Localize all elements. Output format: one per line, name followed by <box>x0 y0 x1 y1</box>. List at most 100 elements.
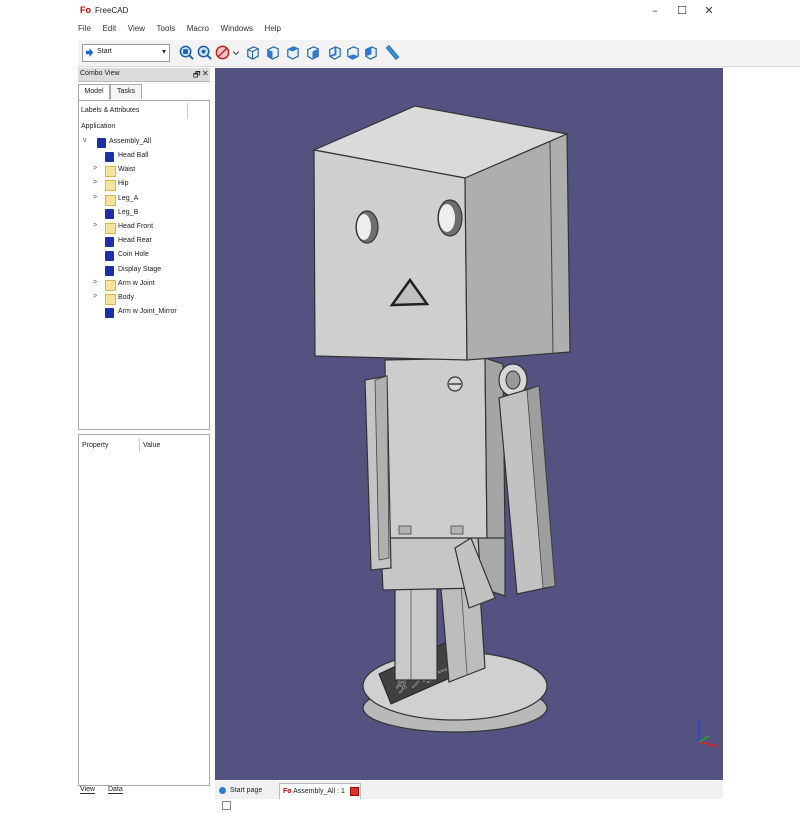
tree-item-label: Assembly_All <box>109 138 152 145</box>
view-rear-icon[interactable] <box>326 44 343 61</box>
menu-windows[interactable]: Windows <box>221 24 253 33</box>
tree-item[interactable]: > Leg_A <box>93 194 205 207</box>
menu-macro[interactable]: Macro <box>187 24 209 33</box>
part-icon <box>105 208 114 219</box>
tree-item[interactable]: Arm w Joint_Mirror <box>93 307 205 320</box>
view-right-icon[interactable] <box>304 44 321 61</box>
menu-help[interactable]: Help <box>265 24 281 33</box>
part-icon <box>105 265 114 276</box>
expand-toggle-icon[interactable]: > <box>93 279 97 286</box>
close-panel-icon[interactable]: ✕ <box>202 69 209 78</box>
minimize-button[interactable]: – <box>645 3 665 19</box>
menu-view[interactable]: View <box>128 24 145 33</box>
3d-viewport[interactable]: ダンボー <box>215 68 723 780</box>
tree-item[interactable]: > Head Front <box>93 222 205 235</box>
tree-item[interactable]: Head Ball <box>93 151 205 164</box>
expand-toggle-icon[interactable]: v <box>83 137 87 144</box>
tree-item[interactable]: > Waist <box>93 165 205 178</box>
tree-item-label: Waist <box>118 166 136 174</box>
tree-item[interactable]: > Arm w Joint <box>93 279 205 292</box>
draw-style-icon[interactable] <box>214 44 231 61</box>
tree-item-label: Hip <box>118 180 129 188</box>
expand-toggle-icon[interactable]: > <box>93 222 97 229</box>
tree-item[interactable]: > Body <box>93 293 205 306</box>
freecad-logo-icon: Fo <box>80 5 91 15</box>
maximize-button[interactable]: ☐ <box>672 3 692 19</box>
expand-toggle-icon[interactable]: > <box>93 194 97 201</box>
tab-label: Start page <box>229 787 263 794</box>
tree-item[interactable]: Head Rear <box>93 236 205 249</box>
freecad-document-icon: Fo <box>283 788 292 795</box>
tree-item-label: Leg_B <box>118 208 139 216</box>
tab-view[interactable]: View <box>80 786 96 794</box>
draw-style-dropdown-icon[interactable] <box>232 44 240 61</box>
folder-icon <box>105 294 116 305</box>
tree-item-label: Head Rear <box>118 237 152 245</box>
tree-item[interactable]: Leg_B <box>93 208 205 221</box>
tree-item-label: Head Front <box>118 223 154 230</box>
part-icon <box>105 237 114 248</box>
leg-b <box>394 585 438 681</box>
combo-view-title: Combo View <box>80 70 120 77</box>
float-panel-icon[interactable]: 🗗 <box>193 69 201 83</box>
close-button[interactable]: ✕ <box>699 3 719 19</box>
close-tab-icon[interactable] <box>222 800 231 810</box>
tab-data[interactable]: Data <box>108 786 123 794</box>
part-icon <box>105 308 114 319</box>
model-tree: Labels & Attributes Application v Assemb… <box>78 100 210 430</box>
part-icon <box>97 138 106 148</box>
body <box>384 357 488 539</box>
tree-item-label: Display Stage <box>118 265 162 273</box>
workbench-label: Start <box>97 48 112 55</box>
tree-item-label: Body <box>118 294 134 301</box>
value-column-header: Value <box>143 442 161 449</box>
robot-model: ダンボー <box>311 105 718 747</box>
fit-selection-icon[interactable] <box>196 44 213 61</box>
tree-item-label: Arm w Joint_Mirror <box>118 308 177 316</box>
tree-item[interactable]: Display Stage <box>93 265 205 278</box>
tree-item-assembly-all[interactable]: v Assembly_All <box>83 137 203 150</box>
folder-icon <box>105 194 116 206</box>
tree-item-label: Coin Hole <box>118 251 149 259</box>
menu-edit[interactable]: Edit <box>102 24 116 33</box>
window-title: FreeCAD <box>95 6 129 15</box>
property-view: Property Value <box>78 434 210 786</box>
document-tabs: Start page Fo Assembly_All : 1 <box>215 781 723 810</box>
tab-assembly-all[interactable]: Fo Assembly_All : 1 <box>279 783 361 799</box>
folder-icon <box>105 279 116 291</box>
combo-view-header: Combo View 🗗 ✕ <box>78 68 210 82</box>
tree-item-label: Head Ball <box>118 152 149 159</box>
view-top-icon[interactable] <box>284 44 301 61</box>
view-bottom-icon[interactable] <box>344 44 361 61</box>
property-column-header: Property <box>82 442 109 449</box>
tree-header: Labels & Attributes <box>81 107 140 114</box>
workbench-selector[interactable]: Start ▾ <box>82 44 170 62</box>
part-icon <box>105 251 114 262</box>
tree-item[interactable]: Coin Hole <box>93 250 205 263</box>
tab-label: Assembly_All : 1 <box>293 788 345 795</box>
axis-cross-icon <box>698 720 718 747</box>
measure-icon[interactable] <box>384 44 401 61</box>
menu-file[interactable]: File <box>78 24 91 33</box>
tree-item[interactable]: > Hip <box>93 179 205 192</box>
folder-icon <box>105 223 116 234</box>
menu-bar: File Edit View Tools Macro Windows Help <box>78 24 290 38</box>
toolbar: Start ▾ <box>78 40 800 67</box>
expand-toggle-icon[interactable]: > <box>93 165 97 172</box>
expand-toggle-icon[interactable]: > <box>93 179 97 186</box>
tab-model[interactable]: Model <box>78 84 110 100</box>
view-axonometric-icon[interactable] <box>244 44 261 61</box>
view-front-icon[interactable] <box>264 44 281 61</box>
view-left-icon[interactable] <box>362 44 379 61</box>
tree-section-application: Application <box>81 123 116 130</box>
tree-item-label: Leg_A <box>118 194 139 202</box>
close-tab-icon[interactable] <box>349 786 359 796</box>
tab-tasks[interactable]: Tasks <box>110 84 142 99</box>
fit-all-icon[interactable] <box>178 44 195 61</box>
title-bar: Fo FreeCAD – ☐ ✕ <box>0 0 800 22</box>
folder-icon <box>105 166 116 178</box>
expand-toggle-icon[interactable]: > <box>93 293 97 300</box>
tab-start-page[interactable]: Start page <box>219 783 275 810</box>
folder-icon <box>105 180 116 192</box>
menu-tools[interactable]: Tools <box>157 24 176 33</box>
